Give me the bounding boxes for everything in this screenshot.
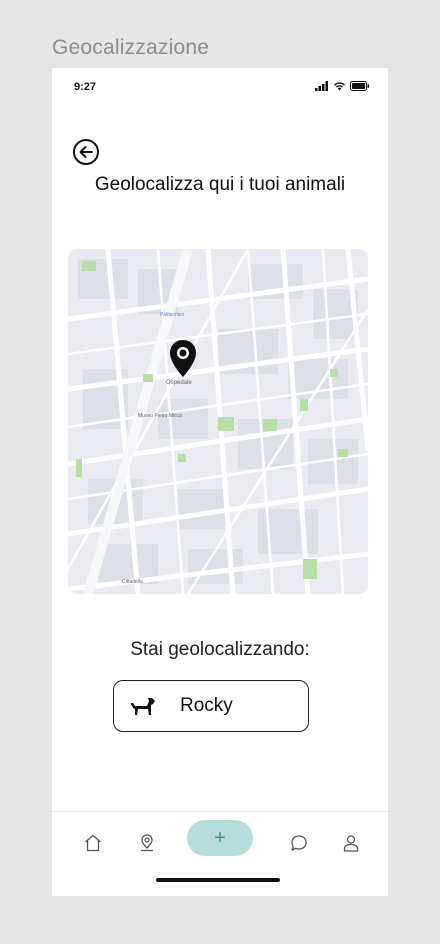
dog-icon <box>131 698 155 715</box>
arrow-left-icon <box>73 139 99 165</box>
battery-icon <box>350 81 370 91</box>
map-label: Cittadella <box>122 579 143 585</box>
back-button[interactable] <box>72 138 100 166</box>
geolocating-label: Stai geolocalizzando: <box>130 639 310 660</box>
status-icons <box>315 81 370 91</box>
map-label: Politecnico <box>160 312 184 318</box>
frame-label: Geocalizzazione <box>52 36 210 59</box>
bottom-tab-bar: + <box>52 811 388 896</box>
status-bar: 9:27 <box>52 68 388 108</box>
home-indicator <box>156 878 280 882</box>
map-streets: Politecnico Ospedale Museo Pietro Micca … <box>68 249 368 594</box>
home-icon <box>85 834 101 852</box>
tab-location[interactable] <box>134 830 160 856</box>
pet-selector-button[interactable]: Rocky <box>113 680 309 732</box>
tab-home[interactable] <box>80 830 106 856</box>
signal-icon <box>315 81 328 91</box>
add-button[interactable]: + <box>187 820 253 856</box>
map-view[interactable]: Politecnico Ospedale Museo Pietro Micca … <box>68 249 368 594</box>
location-pin-icon <box>170 340 196 377</box>
user-icon <box>343 835 359 852</box>
tab-profile[interactable] <box>338 830 364 856</box>
pet-name: Rocky <box>180 695 233 716</box>
tab-chat[interactable] <box>286 830 312 856</box>
map-label: Museo Pietro Micca <box>138 413 182 419</box>
page-title: Geolocalizza qui i tuoi animali <box>94 174 346 195</box>
chat-bubble-icon <box>291 835 307 851</box>
map-label: Ospedale <box>166 380 192 386</box>
phone-screen: 9:27 Geolocalizza qui i tuoi animali Pol… <box>52 68 388 896</box>
status-time: 9:27 <box>74 81 97 93</box>
wifi-icon <box>334 82 345 91</box>
location-icon <box>141 834 153 852</box>
